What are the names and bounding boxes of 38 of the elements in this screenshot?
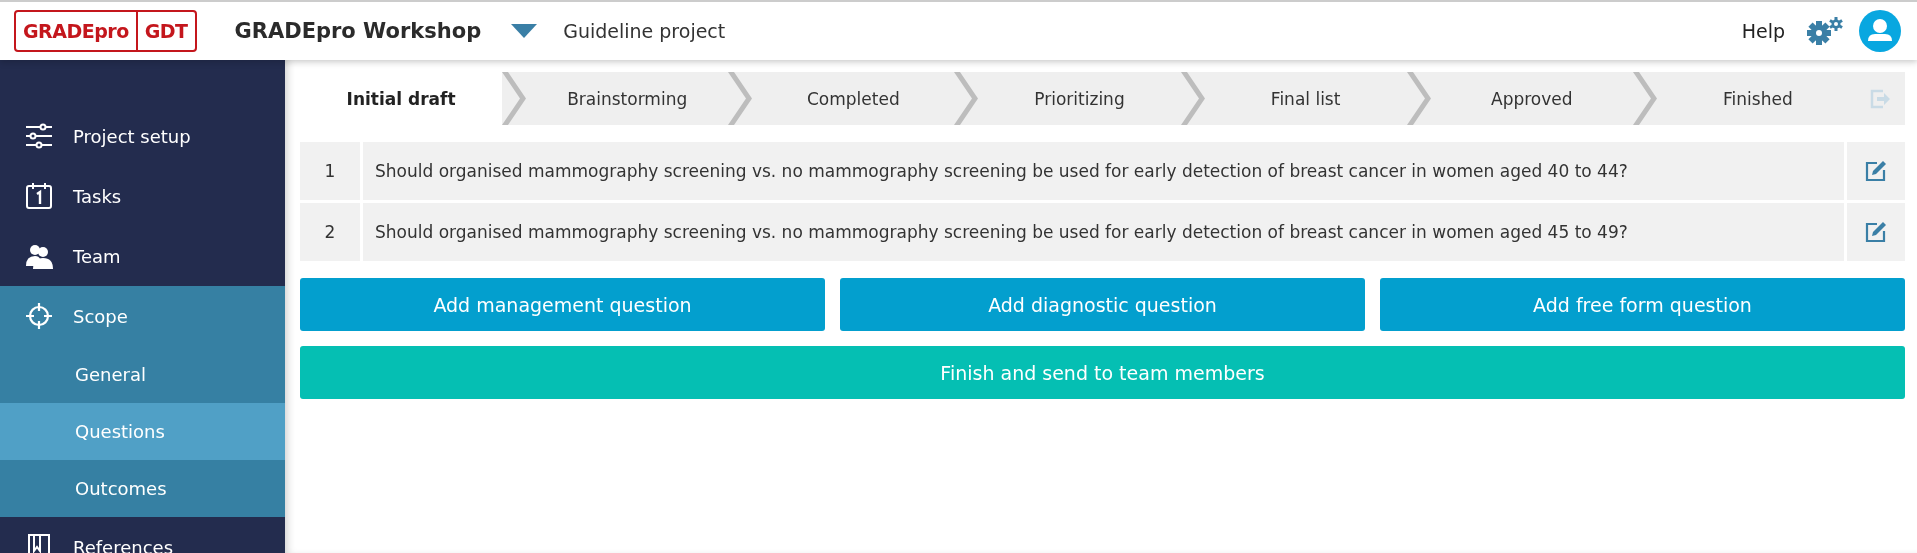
help-link[interactable]: Help [1741,20,1785,42]
workflow-step-tab[interactable]: Final list [1204,72,1407,125]
project-name[interactable]: Guideline project [563,20,726,42]
sidebar-item[interactable]: References [0,517,285,553]
chevron-icon [1632,72,1657,125]
sidebar-subitem[interactable]: General [0,346,285,403]
chevron-icon [502,72,527,125]
sidebar-item[interactable]: Team [0,226,285,286]
workflow-step-tab[interactable]: Completed [752,72,955,125]
chevron-icon [1180,72,1205,125]
workflow-step-tab[interactable]: Initial draft [300,72,503,125]
workflow-step-tab[interactable]: Brainstorming [526,72,729,125]
sidebar-subitem[interactable]: Outcomes [0,460,285,517]
workflow-step-tab[interactable]: Approved [1430,72,1633,125]
sidebar-item[interactable]: Tasks [0,166,285,226]
crosshair-icon [25,302,53,330]
chevron-icon [954,72,979,125]
user-avatar-icon[interactable] [1859,10,1901,52]
logo[interactable]: GRADEpro GDT [14,10,197,52]
settings-icon[interactable] [1805,16,1845,46]
row-number: 2 [300,203,360,261]
workflow-step-tab[interactable]: Finished [1656,72,1859,125]
sidebar-item[interactable]: Project setup [0,106,285,166]
organization-name: GRADEpro Workshop [234,19,482,43]
chevron-icon [728,72,753,125]
row-number: 1 [300,142,360,200]
calendar-icon [25,182,53,210]
people-icon [25,242,53,270]
caret-icon[interactable] [511,24,538,38]
edit-icon[interactable] [1865,160,1887,182]
sliders-icon [25,122,53,150]
bookmark-icon [25,533,53,553]
chevron-icon [1406,72,1431,125]
edit-icon[interactable] [1865,221,1887,243]
question-cell[interactable]: Should organised mammography screening vs. no mammography screening be used for early detection of breast cancer in women aged 40 to 44? [363,142,1844,200]
question-cell[interactable]: Should organised mammography screening vs. no mammography screening be used for early detection of breast cancer in women aged 45 to 49? [363,203,1844,261]
workflow-step-tab[interactable]: Prioritizing [978,72,1181,125]
sidebar-item[interactable]: Scope [0,286,285,346]
